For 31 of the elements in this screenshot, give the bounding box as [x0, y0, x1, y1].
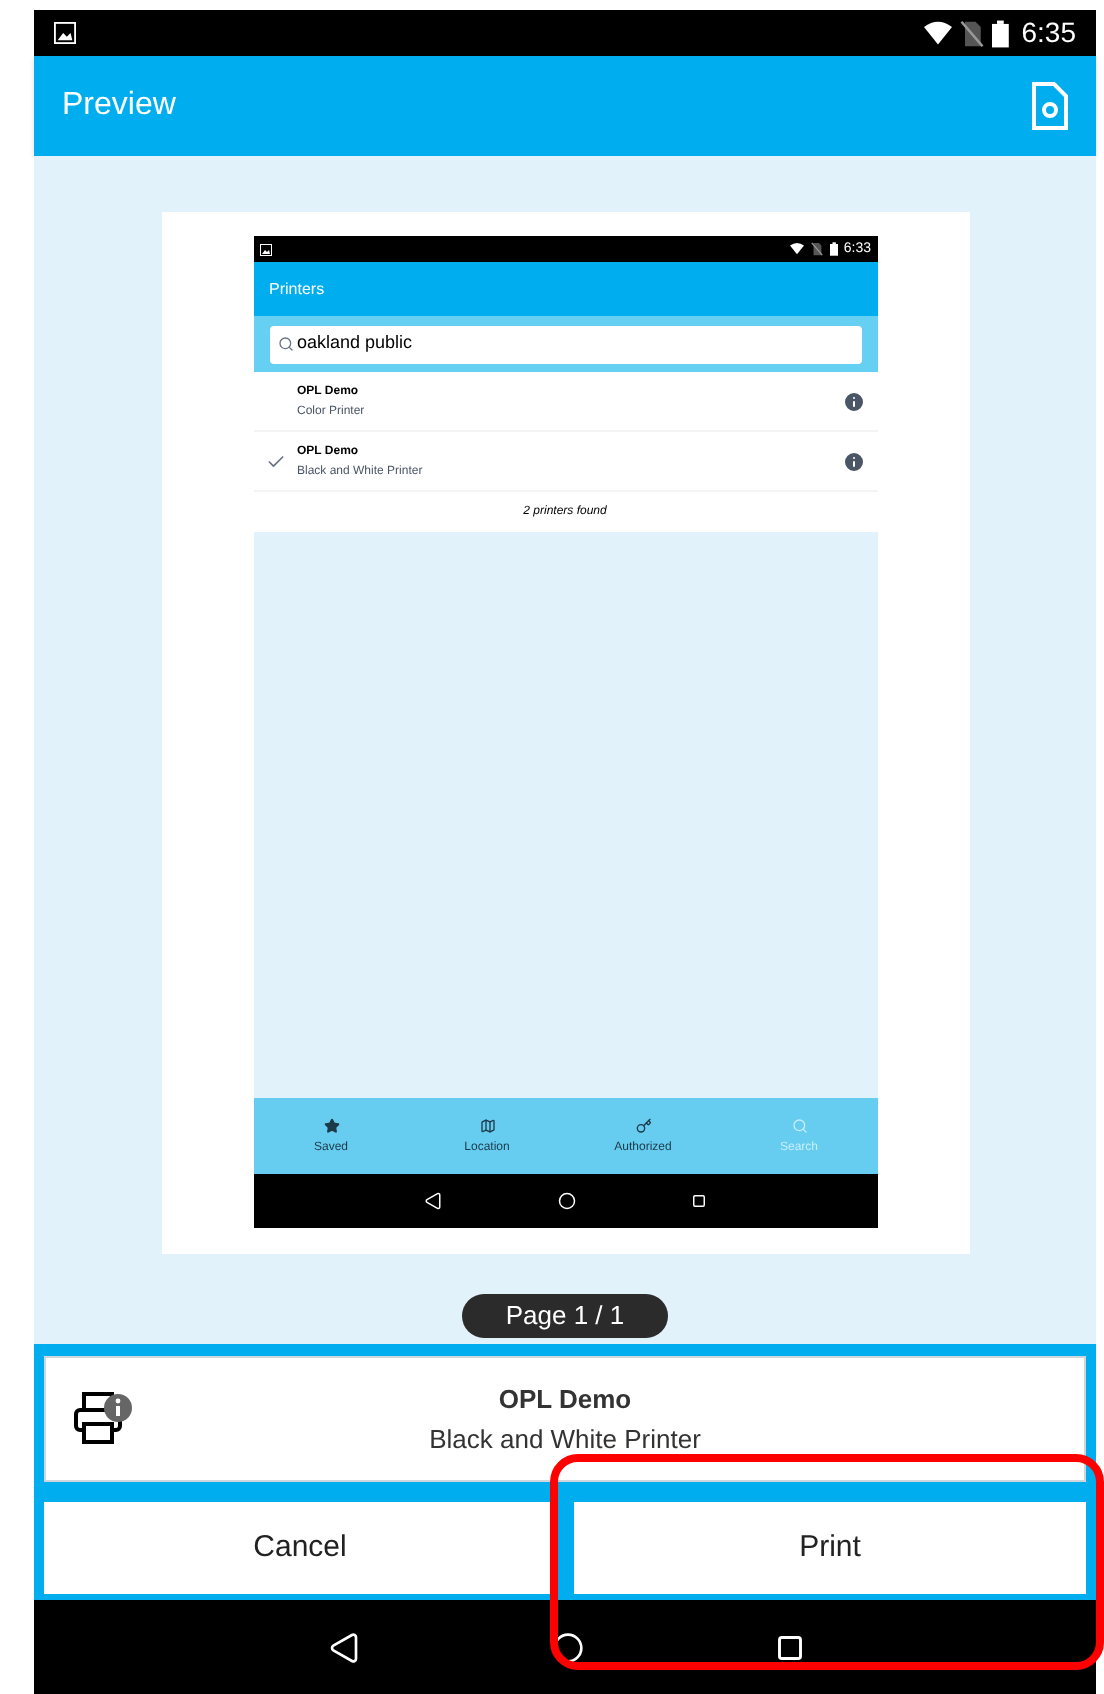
no-sim-icon: [958, 19, 987, 47]
search-icon: [791, 1118, 807, 1134]
printer-info-icon: [74, 1389, 134, 1449]
back-icon[interactable]: [327, 1631, 359, 1663]
recents-icon[interactable]: [775, 1633, 803, 1661]
wifi-icon: [789, 242, 804, 256]
search-icon: [277, 336, 293, 352]
image-icon: [54, 22, 76, 44]
battery-icon: [992, 19, 1010, 47]
app-title: Preview: [62, 86, 176, 126]
no-sim-icon: [809, 242, 824, 256]
printer-card[interactable]: OPL Demo Black and White Printer: [44, 1356, 1086, 1482]
action-button[interactable]: Print: [574, 1502, 1086, 1594]
star-icon: [323, 1118, 339, 1134]
search-field[interactable]: oakland public: [269, 325, 861, 363]
printer-type: Black and White Printer: [429, 1421, 701, 1457]
status-time: 6:35: [1021, 14, 1076, 52]
action-button[interactable]: Cancel: [44, 1502, 556, 1594]
recents-icon[interactable]: [692, 1194, 706, 1208]
image-icon: [259, 243, 271, 255]
home-icon[interactable]: [558, 1192, 576, 1210]
key-icon: [635, 1118, 651, 1134]
printer-name: OPL Demo: [498, 1382, 632, 1418]
battery-icon: [829, 242, 838, 256]
wifi-icon: [924, 19, 953, 47]
info-icon[interactable]: [841, 449, 865, 473]
info-icon[interactable]: [841, 389, 865, 413]
page-indicator: Page 1 / 1: [461, 1294, 669, 1338]
back-icon[interactable]: [424, 1192, 442, 1210]
app-title: Printers: [269, 277, 325, 301]
map-icon: [479, 1118, 495, 1134]
